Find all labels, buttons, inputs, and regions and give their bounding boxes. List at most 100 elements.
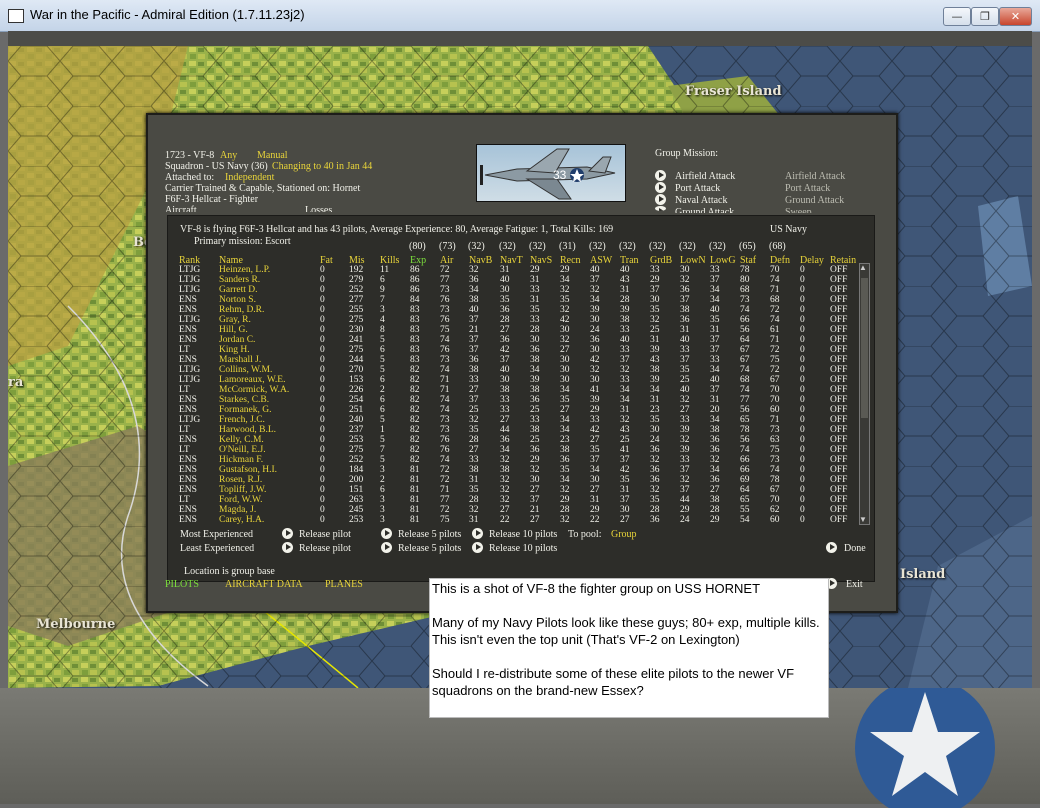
pilot-cell-staf: 56	[740, 405, 750, 415]
pilot-cell-delay: 0	[800, 325, 805, 335]
pilot-cell-name[interactable]: Collins, W.M.	[219, 365, 272, 375]
pilot-cell-name[interactable]: Magda, J.	[219, 505, 256, 515]
pilot-cell-retain: OFF	[830, 285, 848, 295]
pilot-cell-retain: OFF	[830, 395, 848, 405]
pilot-cell-air: 77	[440, 275, 450, 285]
release-pilot-least-arrow-icon[interactable]	[282, 542, 293, 553]
pilot-cell-name[interactable]: Garrett D.	[219, 285, 258, 295]
attached-value[interactable]: Independent	[225, 172, 274, 183]
release-5-pilots-least-button[interactable]: Release 5 pilots	[398, 543, 461, 554]
pilot-cell-name[interactable]: Sanders R.	[219, 275, 260, 285]
pilot-cell-staf: 69	[740, 475, 750, 485]
unit-manual[interactable]: Manual	[257, 150, 288, 161]
scroll-up-icon[interactable]: ▲	[859, 262, 867, 273]
exit-button[interactable]: Exit	[846, 579, 863, 590]
release-10-pilots-most-arrow-icon[interactable]	[472, 528, 483, 539]
aircraft-type: F6F-3 Hellcat - Fighter	[165, 194, 259, 205]
pilot-cell-staf: 77	[740, 395, 750, 405]
pilot-cell-kills: 2	[380, 385, 385, 395]
roster-scrollbar[interactable]	[859, 263, 870, 525]
pilot-cell-name[interactable]: Harwood, B.L.	[219, 425, 276, 435]
pilot-cell-name[interactable]: Rosen, R.J.	[219, 475, 262, 485]
done-button[interactable]: Done	[844, 543, 866, 554]
pilot-cell-name[interactable]: Topliff, J.W.	[219, 485, 266, 495]
tab-pilots[interactable]: PILOTS	[165, 579, 199, 590]
pilot-cell-delay: 0	[800, 355, 805, 365]
release-pilot-most-arrow-icon[interactable]	[282, 528, 293, 539]
pilot-cell-exp: 83	[410, 355, 420, 365]
to-pool-value[interactable]: Group	[611, 529, 637, 540]
pilot-cell-asw: 29	[590, 505, 600, 515]
pilot-cell-defn: 75	[770, 445, 780, 455]
pilot-cell-defn: 67	[770, 375, 780, 385]
release-5-pilots-most-button[interactable]: Release 5 pilots	[398, 529, 461, 540]
pilot-cell-mis: 275	[349, 315, 364, 325]
pilot-cell-name[interactable]: Starkes, C.B.	[219, 395, 269, 405]
pilot-cell-delay: 0	[800, 345, 805, 355]
pilot-cell-staf: 54	[740, 515, 750, 525]
pilot-cell-tran: 37	[620, 455, 630, 465]
pilot-cell-name[interactable]: Gray, R.	[219, 315, 251, 325]
pilot-cell-name[interactable]: Lamoreaux, W.E.	[219, 375, 285, 385]
pilot-cell-lown: 39	[680, 445, 690, 455]
done-arrow-icon[interactable]	[826, 542, 837, 553]
pilot-cell-defn: 75	[770, 355, 780, 365]
pilot-cell-name[interactable]: Norton S.	[219, 295, 256, 305]
pilot-cell-name[interactable]: Heinzen, L.P.	[219, 265, 270, 275]
pilot-cell-staf: 68	[740, 375, 750, 385]
close-button[interactable]: ✕	[999, 7, 1032, 26]
mission-arrow-icon[interactable]	[655, 194, 666, 205]
pilot-cell-name[interactable]: King H.	[219, 345, 250, 355]
minimize-button[interactable]: —	[943, 7, 971, 26]
pilot-cell-name[interactable]: Hickman F.	[219, 455, 263, 465]
mission-option[interactable]: Port Attack	[675, 183, 720, 194]
pilot-cell-staf: 78	[740, 265, 750, 275]
release-pilot-most-button[interactable]: Release pilot	[299, 529, 351, 540]
mission-arrow-icon[interactable]	[655, 206, 666, 211]
mission-option[interactable]: Ground Attack	[675, 207, 734, 213]
pilot-cell-name[interactable]: Hill, G.	[219, 325, 248, 335]
pilot-cell-navt: 30	[500, 375, 510, 385]
release-5-pilots-least-arrow-icon[interactable]	[381, 542, 392, 553]
roster-scrollbar-thumb[interactable]	[861, 278, 868, 418]
pilot-cell-name[interactable]: Carey, H.A.	[219, 515, 264, 525]
pilot-cell-name[interactable]: O'Neill, E.J.	[219, 445, 266, 455]
mission-arrow-icon[interactable]	[655, 182, 666, 193]
pilot-cell-navs: 34	[530, 365, 540, 375]
pilot-cell-retain: OFF	[830, 275, 848, 285]
pilot-cell-exp: 82	[410, 435, 420, 445]
pilot-cell-recn: 32	[560, 335, 570, 345]
pilot-cell-name[interactable]: Kelly, C.M.	[219, 435, 264, 445]
release-10-pilots-most-button[interactable]: Release 10 pilots	[489, 529, 557, 540]
pilot-cell-lown: 30	[680, 265, 690, 275]
tab-planes[interactable]: PLANES	[325, 579, 363, 590]
pilot-cell-staf: 56	[740, 435, 750, 445]
tab-aircraft-data[interactable]: AIRCRAFT DATA	[225, 579, 303, 590]
mission-arrow-icon[interactable]	[655, 170, 666, 181]
pilot-cell-name[interactable]: Marshall J.	[219, 355, 261, 365]
pilot-cell-lown: 35	[680, 365, 690, 375]
pilot-cell-name[interactable]: McCormick, W.A.	[219, 385, 289, 395]
release-pilot-least-button[interactable]: Release pilot	[299, 543, 351, 554]
release-10-pilots-least-button[interactable]: Release 10 pilots	[489, 543, 557, 554]
scroll-down-icon[interactable]: ▼	[859, 514, 867, 525]
pilot-cell-delay: 0	[800, 465, 805, 475]
release-5-pilots-most-arrow-icon[interactable]	[381, 528, 392, 539]
pilot-cell-name[interactable]: Ford, W.W.	[219, 495, 262, 505]
map-label-fraser-island: Fraser Island	[685, 84, 782, 99]
mission-option[interactable]: Airfield Attack	[675, 171, 735, 182]
mission-option[interactable]: Naval Attack	[675, 195, 727, 206]
pilot-cell-air: 72	[440, 475, 450, 485]
pilot-cell-rank: ENS	[179, 435, 197, 445]
pilot-cell-navb: 37	[469, 335, 479, 345]
pilot-cell-name[interactable]: French, J.C.	[219, 415, 265, 425]
unit-any[interactable]: Any	[220, 150, 237, 161]
pilot-cell-name[interactable]: Jordan C.	[219, 335, 255, 345]
pilot-cell-name[interactable]: Rehm, D.R.	[219, 305, 264, 315]
pilot-cell-name[interactable]: Gustafson, H.I.	[219, 465, 277, 475]
release-10-pilots-least-arrow-icon[interactable]	[472, 542, 483, 553]
pilot-cell-exp: 81	[410, 505, 420, 515]
pilot-cell-recn: 35	[560, 395, 570, 405]
maximize-button[interactable]: ❐	[971, 7, 999, 26]
pilot-cell-name[interactable]: Formanek, G.	[219, 405, 272, 415]
